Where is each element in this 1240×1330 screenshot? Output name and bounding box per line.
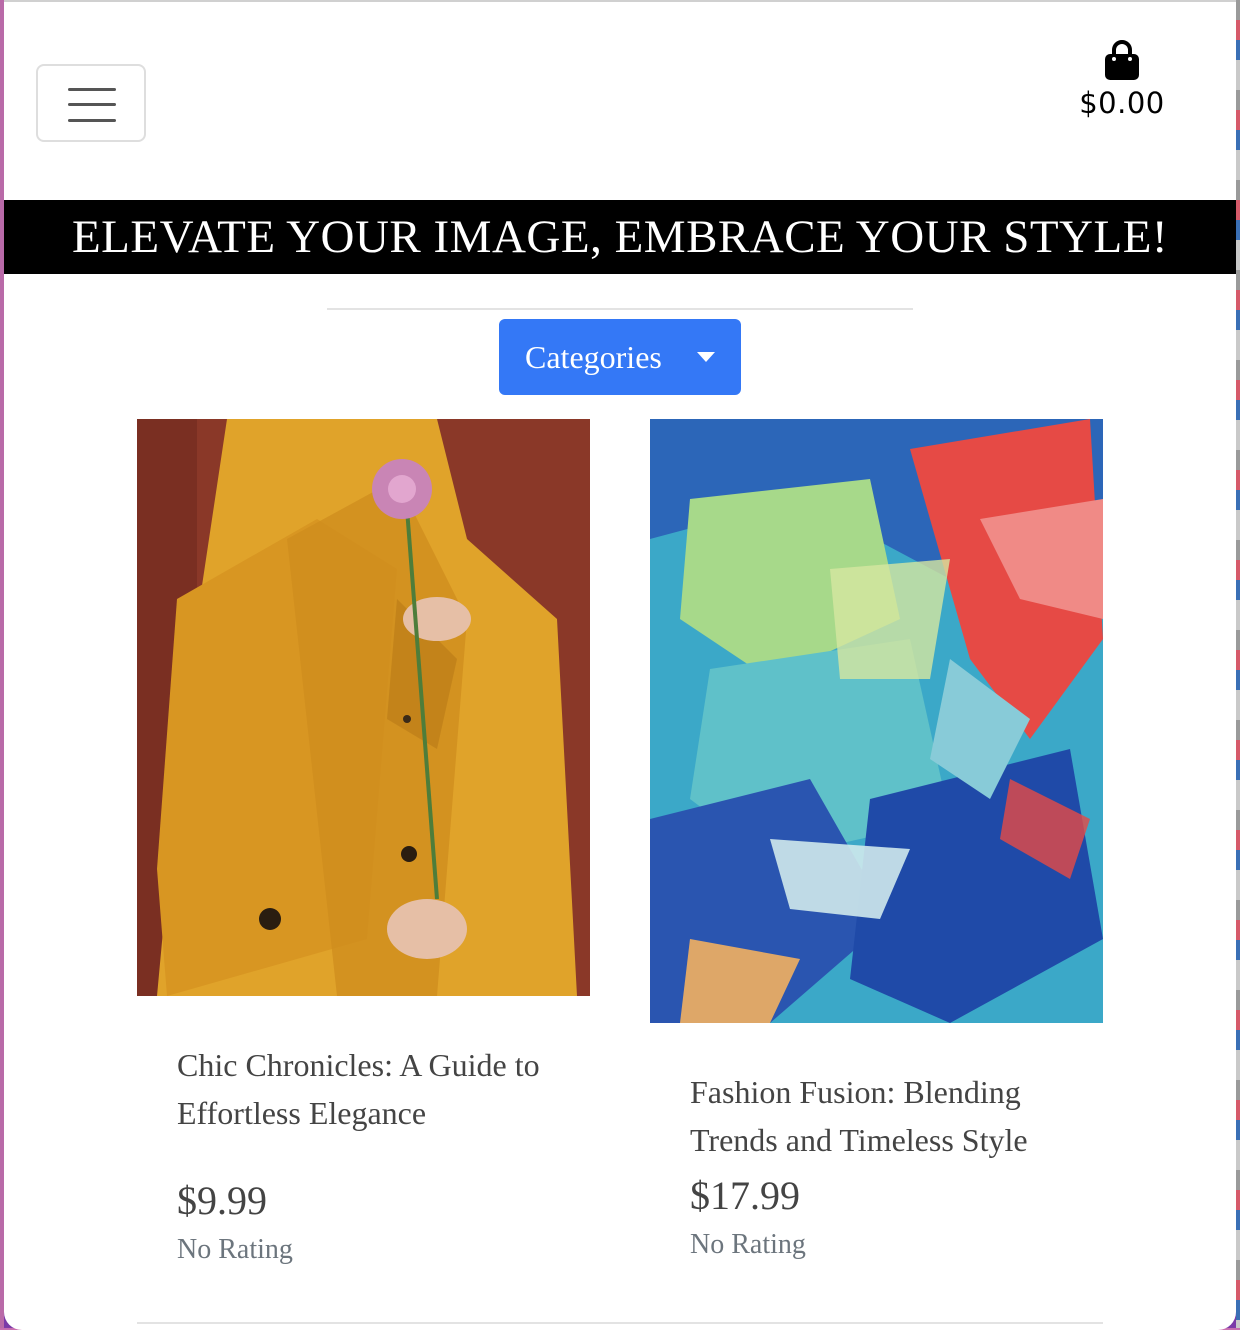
- product-rating: No Rating: [690, 1229, 806, 1260]
- navbar-toggler-button[interactable]: [36, 64, 146, 142]
- product-rating: No Rating: [177, 1234, 293, 1265]
- product-price: $17.99: [690, 1173, 800, 1218]
- product-title[interactable]: Fashion Fusion: Blending Trends and Time…: [650, 1068, 1103, 1164]
- caret-down-icon: [697, 352, 715, 362]
- product-title[interactable]: Chic Chronicles: A Guide to Effortless E…: [137, 1041, 590, 1137]
- promo-banner: ELEVATE YOUR IMAGE, EMBRACE YOUR STYLE!: [4, 200, 1236, 274]
- product-image[interactable]: [137, 419, 590, 996]
- cart-total: $0.00: [1079, 86, 1165, 120]
- product-price: $9.99: [177, 1178, 267, 1223]
- product-card[interactable]: Fashion Fusion: Blending Trends and Time…: [650, 419, 1103, 1261]
- categories-label: Categories: [525, 339, 662, 375]
- divider: [137, 1322, 1103, 1324]
- shopping-cart-link[interactable]: $0.00: [1066, 40, 1178, 120]
- browser-page: $0.00 ELEVATE YOUR IMAGE, EMBRACE YOUR S…: [4, 0, 1236, 1330]
- divider: [327, 308, 913, 310]
- product-image[interactable]: [650, 419, 1103, 1023]
- shopping-bag-icon: [1105, 40, 1139, 80]
- categories-dropdown-button[interactable]: Categories: [499, 319, 741, 395]
- menu-icon-bar: [68, 88, 116, 91]
- menu-icon-bar: [68, 119, 116, 122]
- menu-icon-bar: [68, 103, 116, 106]
- product-card[interactable]: Chic Chronicles: A Guide to Effortless E…: [137, 419, 590, 1266]
- background-edge-right: [1236, 0, 1240, 1328]
